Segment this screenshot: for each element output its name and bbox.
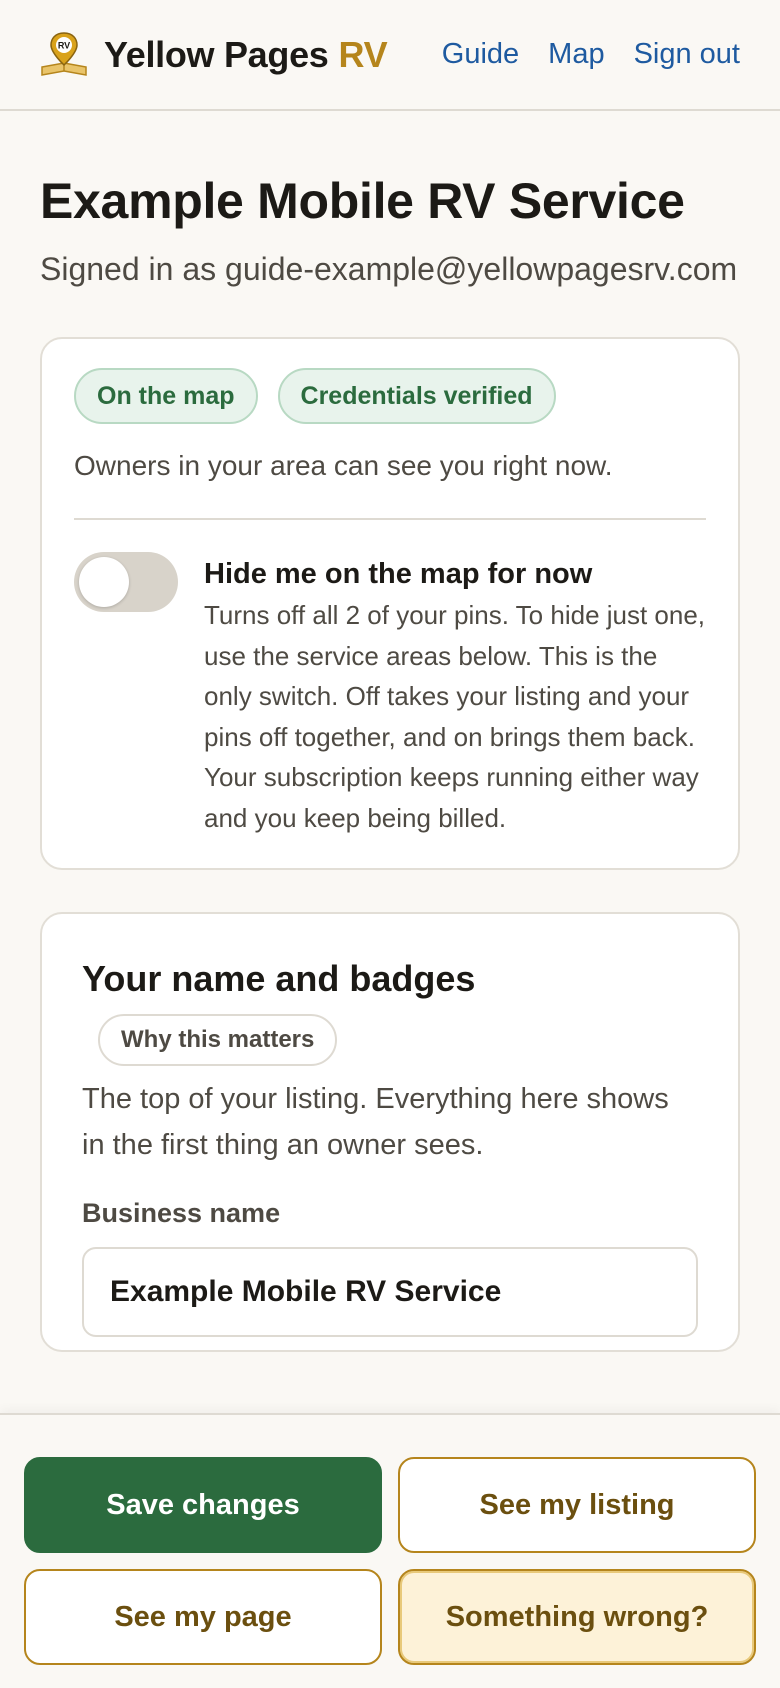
hide-on-map-toggle[interactable]: [74, 552, 178, 612]
top-nav: Guide Map Sign out: [442, 38, 740, 71]
status-badges: On the map Credentials verified: [74, 368, 706, 424]
nav-map-link[interactable]: Map: [548, 38, 604, 71]
see-my-listing-button[interactable]: See my listing: [398, 1457, 756, 1553]
bottom-action-bar: Save changes See my listing See my page …: [0, 1413, 780, 1688]
site-header: RV Yellow Pages RV Guide Map Sign out: [0, 0, 780, 111]
brand-suffix: RV: [338, 33, 388, 75]
business-name-label: Business name: [82, 1198, 281, 1228]
hide-toggle-text: Hide me on the map for now Turns off all…: [204, 552, 706, 838]
visibility-status-text: Owners in your area can see you right no…: [74, 450, 613, 481]
toggle-knob: [79, 557, 129, 607]
brand-name[interactable]: Yellow Pages RV: [104, 33, 388, 76]
nav-sign-out-link[interactable]: Sign out: [634, 38, 740, 71]
section-title: Your name and badges: [82, 958, 476, 999]
hide-toggle-row: Hide me on the map for now Turns off all…: [74, 552, 706, 838]
map-pin-book-icon[interactable]: RV: [40, 31, 88, 79]
visibility-status-card: On the map Credentials verified Owners i…: [40, 337, 740, 870]
why-this-matters-button[interactable]: Why this matters: [98, 1014, 338, 1066]
see-my-page-button[interactable]: See my page: [24, 1569, 382, 1665]
hide-toggle-description: Turns off all 2 of your pins. To hide ju…: [204, 600, 706, 833]
signed-in-text: Signed in as guide-example@yellowpagesrv…: [40, 251, 738, 287]
save-changes-button[interactable]: Save changes: [24, 1457, 382, 1553]
nav-guide-link[interactable]: Guide: [442, 38, 519, 71]
business-name-input[interactable]: [82, 1247, 698, 1337]
on-the-map-badge: On the map: [74, 368, 258, 424]
brand-name-text: Yellow Pages: [104, 33, 329, 75]
main-content: Example Mobile RV Service Signed in as g…: [0, 174, 780, 1352]
divider: [74, 518, 706, 520]
hide-toggle-title: Hide me on the map for now: [204, 558, 593, 590]
something-wrong-button[interactable]: Something wrong?: [398, 1569, 756, 1665]
credentials-verified-badge: Credentials verified: [277, 368, 556, 424]
logo-badge-text: RV: [58, 40, 70, 50]
section-description: The top of your listing. Everything here…: [82, 1083, 669, 1161]
page-title: Example Mobile RV Service: [40, 173, 685, 229]
name-and-badges-card: Your name and badges Why this matters Th…: [40, 912, 740, 1352]
